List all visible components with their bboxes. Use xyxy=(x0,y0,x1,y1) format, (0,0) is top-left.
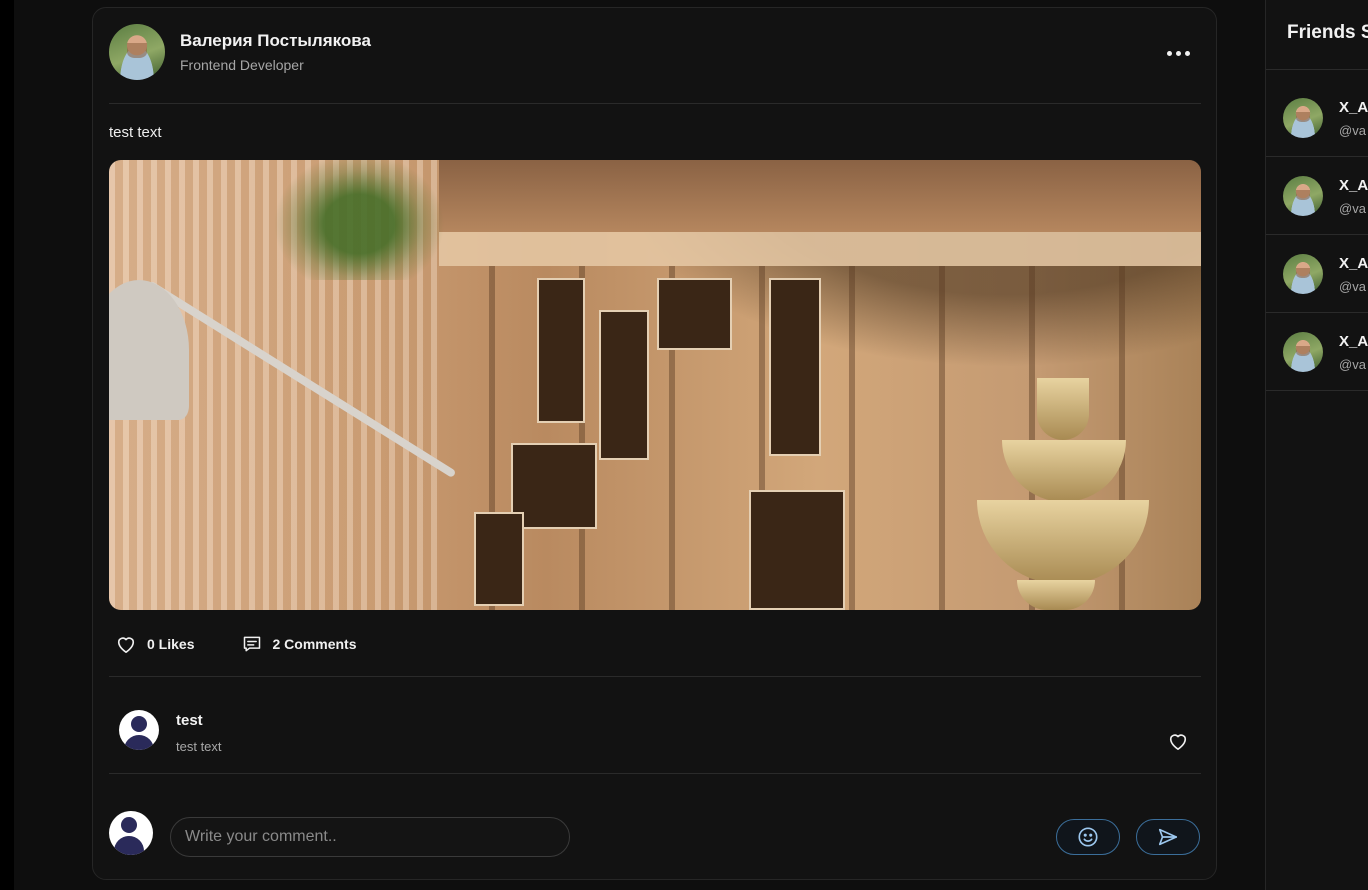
image-slat xyxy=(849,266,855,610)
friend-item[interactable]: X_A @va xyxy=(1266,235,1368,313)
comments-count: 2 Comments xyxy=(272,636,357,652)
post-card: Валерия Постылякова Frontend Developer t… xyxy=(92,7,1217,880)
heart-icon xyxy=(117,637,135,653)
heart-icon xyxy=(1169,734,1187,750)
image-photo xyxy=(769,278,821,456)
friend-item[interactable]: X_A @va xyxy=(1266,313,1368,391)
post-actions: 0 Likes 2 Comments xyxy=(115,632,357,656)
friend-handle: @va xyxy=(1339,123,1366,138)
image-photo xyxy=(599,310,649,460)
image-photo xyxy=(749,490,845,610)
more-options-icon[interactable] xyxy=(1163,38,1193,68)
image-photo xyxy=(474,512,524,606)
emoji-button[interactable] xyxy=(1056,819,1120,855)
image-shelf xyxy=(439,232,1201,266)
image-photo xyxy=(537,278,585,423)
comment-composer xyxy=(109,811,1201,857)
post-header: Валерия Постылякова Frontend Developer xyxy=(109,24,1201,80)
friend-name: X_A xyxy=(1339,255,1368,272)
author-role: Frontend Developer xyxy=(180,57,304,73)
friend-avatar xyxy=(1283,176,1323,216)
friend-name: X_A xyxy=(1339,99,1368,116)
comments-divider xyxy=(109,773,1201,774)
app-screen: Валерия Постылякова Frontend Developer t… xyxy=(0,0,1368,890)
send-button[interactable] xyxy=(1136,819,1200,855)
author-avatar[interactable] xyxy=(109,24,165,80)
friends-panel-title: Friends S xyxy=(1287,22,1368,43)
comment-input[interactable] xyxy=(170,817,570,857)
image-shell xyxy=(1037,378,1089,440)
author-name[interactable]: Валерия Постылякова xyxy=(180,31,371,51)
friends-panel: Friends S X_A @va X_A @va X_A @va X_A @v… xyxy=(1265,0,1368,890)
like-button[interactable]: 0 Likes xyxy=(115,634,194,654)
comment-avatar[interactable] xyxy=(119,710,159,750)
comments-button[interactable]: 2 Comments xyxy=(242,634,357,654)
current-user-avatar xyxy=(109,811,153,855)
comment-icon xyxy=(244,636,261,652)
comment-like-button[interactable] xyxy=(1167,731,1189,756)
image-shell xyxy=(1002,440,1126,502)
smile-icon xyxy=(1078,827,1098,847)
image-wall xyxy=(439,160,1201,232)
image-photo xyxy=(657,278,732,350)
left-gutter xyxy=(0,0,14,890)
friend-avatar xyxy=(1283,98,1323,138)
image-slat xyxy=(939,266,945,610)
post-image[interactable] xyxy=(109,160,1201,610)
friend-avatar xyxy=(1283,332,1323,372)
post-text: test text xyxy=(109,124,162,141)
feed-column: Валерия Постылякова Frontend Developer t… xyxy=(14,0,1265,890)
comment-text: test text xyxy=(176,739,222,754)
header-divider xyxy=(109,103,1201,104)
friends-panel-divider xyxy=(1266,69,1368,70)
friend-avatar xyxy=(1283,254,1323,294)
friend-item[interactable]: X_A @va xyxy=(1266,157,1368,235)
actions-divider xyxy=(109,676,1201,677)
friend-handle: @va xyxy=(1339,357,1366,372)
friend-handle: @va xyxy=(1339,279,1366,294)
friend-name: X_A xyxy=(1339,333,1368,350)
friend-name: X_A xyxy=(1339,177,1368,194)
likes-count: 0 Likes xyxy=(147,636,195,652)
send-icon xyxy=(1158,828,1178,846)
friend-handle: @va xyxy=(1339,201,1366,216)
comment-author[interactable]: test xyxy=(176,712,203,729)
image-plant xyxy=(259,160,459,280)
comment-item: test test text xyxy=(109,705,1201,773)
friend-item[interactable]: X_A @va xyxy=(1266,79,1368,157)
